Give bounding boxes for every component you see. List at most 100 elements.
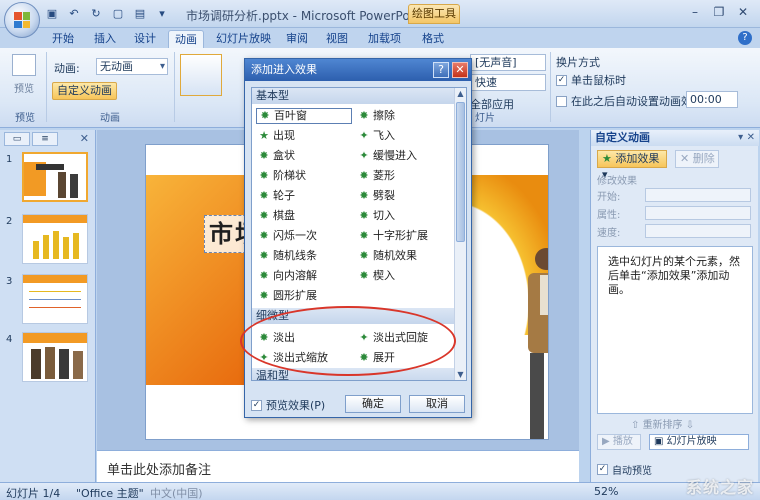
speed-combo[interactable] [645,224,751,238]
effect-item[interactable]: ✦ 淡出式回旋 [356,330,428,346]
preview-effect-row[interactable]: ✓ 预览效果(P) [251,397,325,413]
minimize-icon[interactable]: – [684,3,706,21]
remove-effect-button[interactable]: ✕ 删除 [675,150,719,168]
effects-list[interactable]: 基本型 ✸ 百叶窗 ✸ 擦除 ★ 出现 ✦ 飞入 ✸ 盒状 ✦ 缓慢进入 ✸ 阶梯状 ✸ 菱形 … [251,87,467,381]
effect-item[interactable]: ✸ 淡出 [256,330,295,346]
tab-addins[interactable]: 加载项 [362,30,407,48]
effect-item[interactable]: ✸ 棋盘 [256,208,295,224]
tab-review[interactable]: 审阅 [280,30,314,48]
transition-sound-combo[interactable]: [无声音] [470,54,546,71]
reorder-control[interactable]: ⇧ 重新排序 ⇩ [631,416,694,431]
tab-insert[interactable]: 插入 [88,30,122,48]
effect-item[interactable]: ✦ 缓慢进入 [356,148,417,164]
effect-label: 出现 [273,129,295,142]
effect-item[interactable]: ✸ 随机线条 [256,248,317,264]
effect-item[interactable]: ✸ 盒状 [256,148,295,164]
effect-item[interactable]: ✸ 菱形 [356,168,395,184]
play-button[interactable]: ▶ 播放 [597,434,641,450]
start-combo[interactable] [645,188,751,202]
advance-slide-title: 换片方式 [556,56,600,69]
effect-label: 淡出 [273,331,295,344]
effect-item[interactable]: ✸ 向内溶解 [256,268,317,284]
after-checkbox[interactable] [556,95,567,107]
after-row[interactable]: 在此之后自动设置动画效果: [556,93,707,109]
slide-thumbnail[interactable] [22,274,88,324]
scrollbar-thumb[interactable] [456,102,465,242]
undo-icon[interactable]: ↶ [66,5,82,21]
slide-number: 3 [6,276,13,287]
slide-thumbnail-row[interactable]: 3 [4,274,92,328]
scroll-up-icon[interactable]: ▲ [455,88,466,99]
slide-thumbnail-row[interactable]: 4 [4,332,92,386]
qat-dropdown-icon[interactable]: ▾ [154,5,170,21]
effect-item[interactable]: ✸ 圆形扩展 [256,288,317,304]
effect-item[interactable]: ★ 出现 [256,128,295,144]
save-icon[interactable]: ▣ [44,5,60,21]
effect-item[interactable]: ✦ 淡出式缩放 [256,350,328,366]
effect-item[interactable]: ✸ 随机效果 [356,248,417,264]
ok-button[interactable]: 确定 [345,395,401,413]
slides-tab[interactable]: ▭ [4,132,30,146]
tab-slideshow[interactable]: 幻灯片放映 [210,30,277,48]
property-combo[interactable] [645,206,751,220]
tab-format[interactable]: 格式 [416,30,450,48]
redo-icon[interactable]: ↻ [88,5,104,21]
outline-tab[interactable]: ≡ [32,132,58,146]
effect-item[interactable]: ✸ 十字形扩展 [356,228,428,244]
slide-thumbnail-row[interactable]: 2 [4,214,92,268]
preview-effect-checkbox[interactable]: ✓ [251,399,262,411]
transition-thumbnail[interactable] [180,54,222,96]
restore-icon[interactable]: ❐ [708,3,730,21]
effect-item[interactable]: ✸ 劈裂 [356,188,395,204]
open-icon[interactable]: ▤ [132,5,148,21]
effect-label: 百叶窗 [274,109,307,122]
effects-list-scrollbar[interactable]: ▲ ▼ [454,88,466,380]
star-icon: ✸ [259,169,269,182]
animation-list[interactable]: 选中幻灯片的某个元素，然后单击“添加效果”添加动画。 [597,246,753,414]
slide-thumbnail[interactable] [22,214,88,264]
effect-item[interactable]: ✸ 轮子 [256,188,295,204]
slideshow-button[interactable]: ▣ 幻灯片放映 [649,434,749,450]
effect-item[interactable]: ✸ 展开 [356,350,395,366]
slide-thumbnail[interactable] [22,332,88,382]
autopreview-row[interactable]: ✓ 自动预览 [597,462,652,477]
tab-home[interactable]: 开始 [46,30,80,48]
add-effect-button[interactable]: ★ 添加效果 ▾ [597,150,667,181]
after-time-input[interactable]: 00:00 [686,91,738,108]
effect-item[interactable]: ✸ 闪烁一次 [256,228,317,244]
slides-panel: ▭ ≡ ✕ 1 2 3 4 [0,130,96,482]
tab-animations[interactable]: 动画 [168,30,204,48]
autopreview-checkbox[interactable]: ✓ [597,464,608,475]
tab-design[interactable]: 设计 [128,30,162,48]
transition-speed-combo[interactable]: 快速 [470,74,546,91]
slide-thumbnail-row[interactable]: 1 [4,152,92,206]
effect-item[interactable]: ✸ 切入 [356,208,395,224]
custom-animation-button[interactable]: 自定义动画 [52,82,117,100]
new-icon[interactable]: ▢ [110,5,126,21]
on-click-row[interactable]: ✓ 单击鼠标时 [556,72,626,88]
office-button[interactable] [4,2,40,38]
preview-button[interactable]: 预览 [8,54,40,100]
effect-item[interactable]: ✸ 百叶窗 [256,108,352,124]
animation-combo[interactable]: 无动画 [96,58,168,75]
slide-thumbnail[interactable] [22,152,88,202]
effect-item[interactable]: ✸ 阶梯状 [256,168,306,184]
scroll-down-icon[interactable]: ▼ [455,369,466,380]
tab-view[interactable]: 视图 [320,30,354,48]
close-icon[interactable]: ✕ [732,3,754,21]
star-icon: ✸ [359,169,369,182]
on-click-checkbox[interactable]: ✓ [556,74,567,86]
effect-item[interactable]: ✸ 擦除 [356,108,395,124]
effect-item[interactable]: ✸ 楔入 [356,268,395,284]
zoom-level[interactable]: 52% [594,485,618,498]
help-icon[interactable]: ? [738,31,752,45]
close-icon[interactable]: ✕ [452,62,468,78]
cancel-button[interactable]: 取消 [409,395,465,413]
close-icon[interactable]: ▾ ✕ [738,130,755,146]
effect-item[interactable]: ✦ 飞入 [356,128,395,144]
add-entrance-effect-dialog: 添加进入效果 ? ✕ 基本型 ✸ 百叶窗 ✸ 擦除 ★ 出现 ✦ 飞入 ✸ 盒状 ✦ 缓慢进… [244,58,472,418]
notes-pane[interactable]: 单击此处添加备注 [97,450,579,482]
effect-label: 棋盘 [273,209,295,222]
close-icon[interactable]: ✕ [80,132,89,145]
help-icon[interactable]: ? [433,62,449,78]
